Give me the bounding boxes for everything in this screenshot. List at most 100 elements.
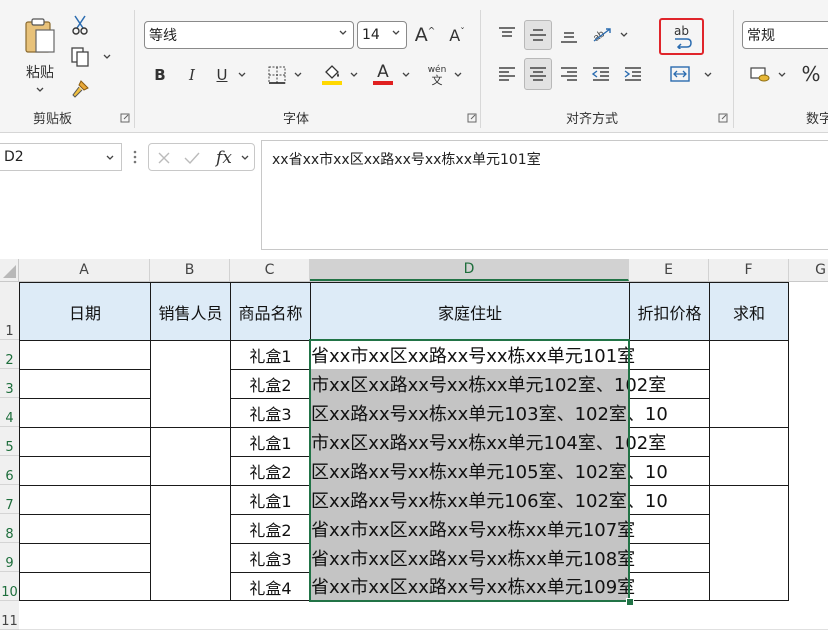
top-align-button[interactable] (494, 20, 520, 48)
product-cell[interactable]: 礼盒3 (230, 398, 311, 428)
formula-bar-handle[interactable] (133, 148, 137, 166)
merge-center-button[interactable] (666, 60, 694, 88)
date-cell[interactable] (19, 514, 151, 544)
address-cell[interactable]: 省xx市xx区xx路xx号xx栋xx单元108室 (311, 543, 635, 573)
fill-color-dropdown[interactable] (348, 66, 360, 84)
salesperson-merged-cell[interactable] (150, 485, 231, 601)
align-center-button[interactable] (524, 58, 552, 90)
fill-color-button[interactable] (318, 60, 346, 88)
clipboard-dialog-launcher[interactable] (120, 113, 130, 123)
column-header-g[interactable]: G (789, 259, 828, 281)
accounting-format-button[interactable] (746, 60, 774, 88)
column-header-f[interactable]: F (709, 259, 789, 281)
row-header-7[interactable]: 7 (0, 485, 19, 514)
address-cell[interactable]: 市xx区xx路xx号xx栋xx单元104室、102室 (311, 427, 666, 457)
date-cell[interactable] (19, 398, 151, 428)
middle-align-button[interactable] (524, 20, 552, 50)
font-size-select[interactable]: 14 (357, 21, 407, 49)
address-cell[interactable]: 区xx路xx号xx栋xx单元103室、102室、10 (311, 398, 668, 428)
decrease-font-size-button[interactable]: Aˇ (443, 21, 471, 49)
column-header-b[interactable]: B (150, 259, 230, 281)
discount-cell[interactable] (629, 340, 710, 370)
number-format-select[interactable]: 常规 (742, 21, 828, 49)
salesperson-merged-cell[interactable] (150, 340, 231, 428)
cut-button[interactable] (68, 12, 92, 38)
row-header-11[interactable]: 11 (0, 601, 19, 630)
bottom-align-button[interactable] (556, 22, 582, 50)
product-cell[interactable]: 礼盒1 (230, 427, 311, 457)
underline-button[interactable]: U (210, 62, 234, 88)
address-cell[interactable]: 市xx区xx路xx号xx栋xx单元102室、102室 (311, 369, 666, 399)
date-cell[interactable] (19, 485, 151, 515)
product-cell[interactable]: 礼盒2 (230, 369, 311, 399)
discount-cell[interactable] (629, 514, 710, 544)
salesperson-merged-cell[interactable] (150, 427, 231, 486)
discount-cell[interactable] (629, 572, 710, 601)
column-header-c[interactable]: C (230, 259, 310, 281)
align-left-button[interactable] (494, 60, 520, 88)
italic-button[interactable]: I (180, 62, 204, 88)
header-cell-address[interactable]: 家庭住址 (310, 282, 630, 341)
row-header-3[interactable]: 3 (0, 369, 19, 398)
insert-function-button[interactable]: fx (211, 146, 237, 170)
orientation-dropdown[interactable] (618, 26, 630, 44)
font-color-dropdown[interactable] (400, 66, 412, 84)
font-color-button[interactable]: A (370, 60, 396, 88)
product-cell[interactable]: 礼盒2 (230, 456, 311, 486)
phonetic-dropdown[interactable] (452, 66, 464, 84)
sum-merged-cell[interactable] (709, 340, 789, 428)
bold-button[interactable]: B (148, 62, 172, 88)
row-header-5[interactable]: 5 (0, 427, 19, 456)
font-name-select[interactable]: 等线 (144, 21, 354, 49)
product-cell[interactable]: 礼盒2 (230, 514, 311, 544)
date-cell[interactable] (19, 456, 151, 486)
percent-style-button[interactable]: % (798, 60, 824, 88)
cancel-entry-button[interactable] (153, 147, 175, 169)
column-header-d[interactable]: D (310, 259, 629, 281)
date-cell[interactable] (19, 572, 151, 601)
paste-button[interactable]: 粘贴 (16, 14, 64, 94)
borders-button[interactable] (264, 62, 290, 88)
row-header-10[interactable]: 10 (0, 572, 19, 601)
row-header-9[interactable]: 9 (0, 543, 19, 572)
header-cell-salesperson[interactable]: 销售人员 (150, 282, 231, 341)
column-header-a[interactable]: A (19, 259, 150, 281)
date-cell[interactable] (19, 340, 151, 370)
header-cell-discount[interactable]: 折扣价格 (629, 282, 710, 341)
sum-merged-cell[interactable] (709, 427, 789, 486)
product-cell[interactable]: 礼盒1 (230, 485, 311, 515)
address-cell[interactable]: 区xx路xx号xx栋xx单元106室、102室、10 (311, 485, 668, 515)
format-painter-button[interactable] (66, 76, 94, 102)
date-cell[interactable] (19, 543, 151, 573)
product-cell[interactable]: 礼盒3 (230, 543, 311, 573)
fill-handle[interactable] (626, 598, 634, 606)
phonetic-guide-button[interactable]: wén 文 (424, 62, 450, 90)
address-cell[interactable]: 省xx市xx区xx路xx号xx栋xx单元109室 (311, 572, 635, 601)
product-cell[interactable]: 礼盒4 (230, 572, 311, 601)
decrease-indent-button[interactable] (588, 60, 614, 88)
column-header-e[interactable]: E (629, 259, 709, 281)
increase-indent-button[interactable] (620, 60, 646, 88)
align-right-button[interactable] (556, 60, 582, 88)
orientation-button[interactable]: ab (588, 20, 616, 48)
discount-cell[interactable] (629, 543, 710, 573)
sum-merged-cell[interactable] (709, 485, 789, 601)
formula-input[interactable]: xx省xx市xx区xx路xx号xx栋xx单元101室 (261, 140, 828, 250)
borders-dropdown[interactable] (292, 66, 304, 84)
alignment-dialog-launcher[interactable] (718, 113, 728, 123)
name-box[interactable]: D2 (0, 143, 122, 171)
font-dialog-launcher[interactable] (467, 113, 477, 123)
header-cell-product[interactable]: 商品名称 (230, 282, 311, 341)
row-header-1[interactable]: 1 (0, 282, 19, 340)
address-cell[interactable]: 省xx市xx区xx路xx号xx栋xx单元107室 (311, 514, 635, 544)
header-cell-date[interactable]: 日期 (19, 282, 151, 341)
formula-dropdown[interactable] (238, 150, 252, 166)
wrap-text-button[interactable]: ab (659, 18, 704, 55)
row-header-4[interactable]: 4 (0, 398, 19, 427)
merge-center-dropdown[interactable] (702, 66, 714, 84)
date-cell[interactable] (19, 369, 151, 399)
date-cell[interactable] (19, 427, 151, 457)
product-cell[interactable]: 礼盒1 (230, 340, 311, 370)
header-cell-sum[interactable]: 求和 (709, 282, 789, 341)
row-header-2[interactable]: 2 (0, 340, 19, 369)
